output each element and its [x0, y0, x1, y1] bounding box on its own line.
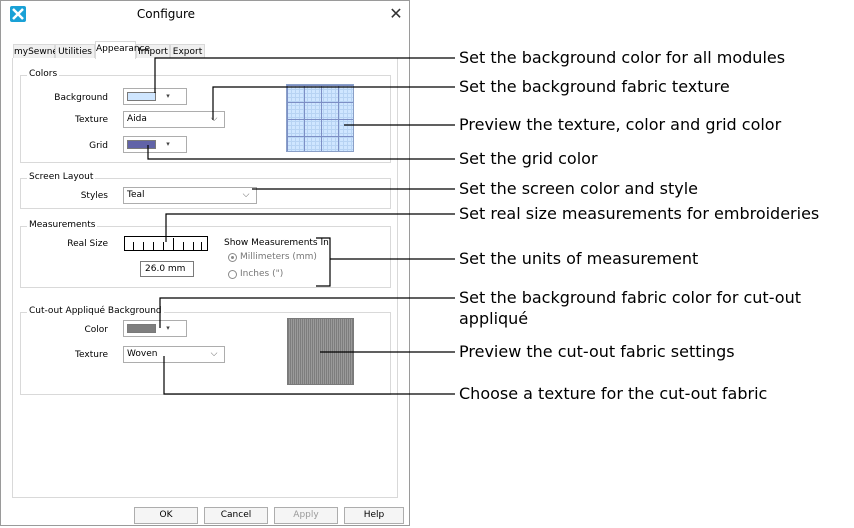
callout-line-background	[154, 57, 455, 93]
callout-screen-style: Set the screen color and style	[459, 179, 699, 198]
callout-line-texture	[212, 86, 455, 120]
callout-cutout-texture: Choose a texture for the cut-out fabric	[459, 384, 768, 403]
callout-grid-color: Set the grid color	[459, 149, 598, 168]
callout-line-cutout-texture	[163, 356, 455, 395]
callout-bracket-units	[316, 237, 331, 287]
callout-cutout-color-cont: appliqué	[459, 309, 529, 328]
callout-real-size: Set real size measurements for embroider…	[459, 204, 820, 223]
callout-units: Set the units of measurement	[459, 249, 699, 268]
callout-line-real-size	[165, 213, 455, 242]
callout-line-cutout-color	[159, 297, 455, 328]
callout-background-texture: Set the background fabric texture	[459, 77, 730, 96]
callout-cutout-color: Set the background fabric color for cut-…	[459, 288, 801, 307]
callout-line-grid	[147, 145, 455, 160]
callout-cutout-preview: Preview the cut-out fabric settings	[459, 342, 735, 361]
callout-background-color: Set the background color for all modules	[459, 48, 786, 67]
callout-preview-texture: Preview the texture, color and grid colo…	[459, 115, 782, 134]
